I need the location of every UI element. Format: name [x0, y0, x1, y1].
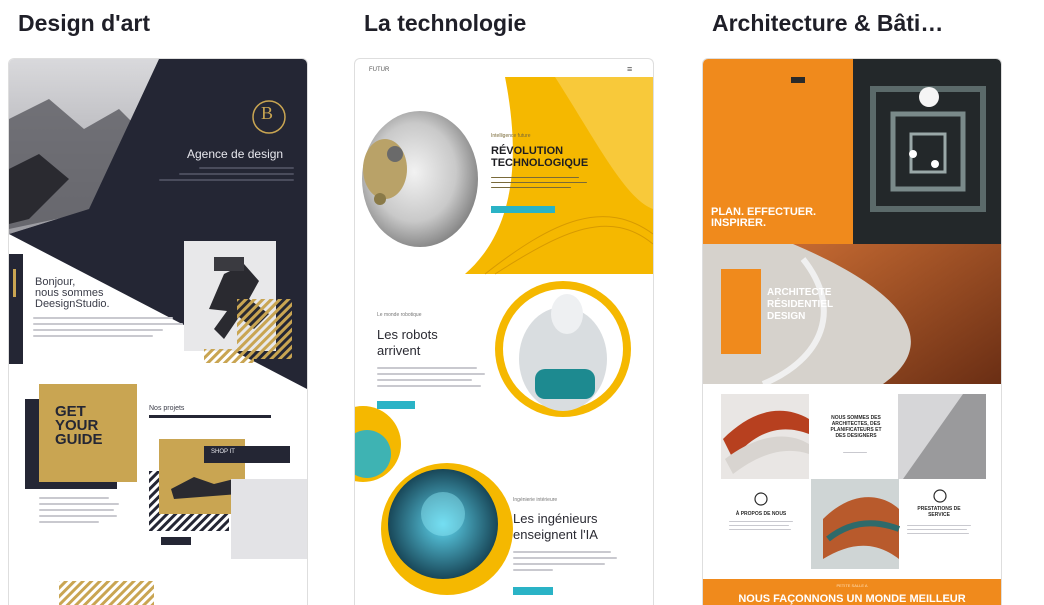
- services-label[interactable]: PRESTATIONS DE SERVICE: [903, 506, 975, 518]
- design-art-background: [9, 59, 307, 605]
- template-card-design-art[interactable]: B Agence de design Bonjour, nous sommes …: [8, 58, 308, 605]
- nav-brand[interactable]: FUTUR: [369, 67, 389, 73]
- menu-icon[interactable]: ≡: [627, 64, 632, 74]
- robots-kicker: Le monde robotique: [377, 312, 422, 318]
- architecture-background: [703, 59, 1001, 605]
- template-card-architecture[interactable]: PLAN. EFFECTUER. INSPIRER. ARCHITECTE RÉ…: [702, 58, 1002, 605]
- design-studio-logo: B: [260, 103, 273, 123]
- about-heading: NOUS SOMMES DES ARCHITECTES, DES PLANIFI…: [830, 415, 882, 439]
- engineers-title: Les ingénieurs enseignent l'IA: [513, 511, 598, 542]
- template-category-design-art[interactable]: Design d'art: [18, 10, 150, 37]
- template-category-architecture[interactable]: Architecture & Bâti…: [712, 10, 943, 37]
- template-card-technology[interactable]: FUTUR ≡ Intelligence future RÉVOLUTION T…: [354, 58, 654, 605]
- architect-text: ARCHITECTE RÉSIDENTIEL DESIGN: [767, 287, 834, 322]
- footer-text: NOUS FAÇONNONS UN MONDE MEILLEUR: [738, 593, 966, 605]
- hero-kicker: Intelligence future: [491, 133, 531, 139]
- get-your-guide-text: GET YOUR GUIDE: [55, 403, 103, 448]
- agency-title: Agence de design: [187, 147, 284, 161]
- footer-kicker: PETITE SALLE A: [836, 583, 868, 588]
- projects-label: Nos projets: [149, 405, 185, 412]
- engineers-kicker: Ingénierie intérieure: [513, 497, 558, 503]
- about-us-label[interactable]: À PROPOS DE NOUS: [725, 511, 797, 517]
- template-category-technology[interactable]: La technologie: [364, 10, 526, 37]
- hello-heading: Bonjour, nous sommes DeesignStudio.: [35, 276, 110, 310]
- hero-text: PLAN. EFFECTUER. INSPIRER.: [711, 206, 817, 229]
- hero-title: RÉVOLUTION TECHNOLOGIQUE: [491, 145, 589, 169]
- shop-it-label: SHOP IT: [211, 449, 235, 455]
- robots-title: Les robots arrivent: [377, 327, 438, 358]
